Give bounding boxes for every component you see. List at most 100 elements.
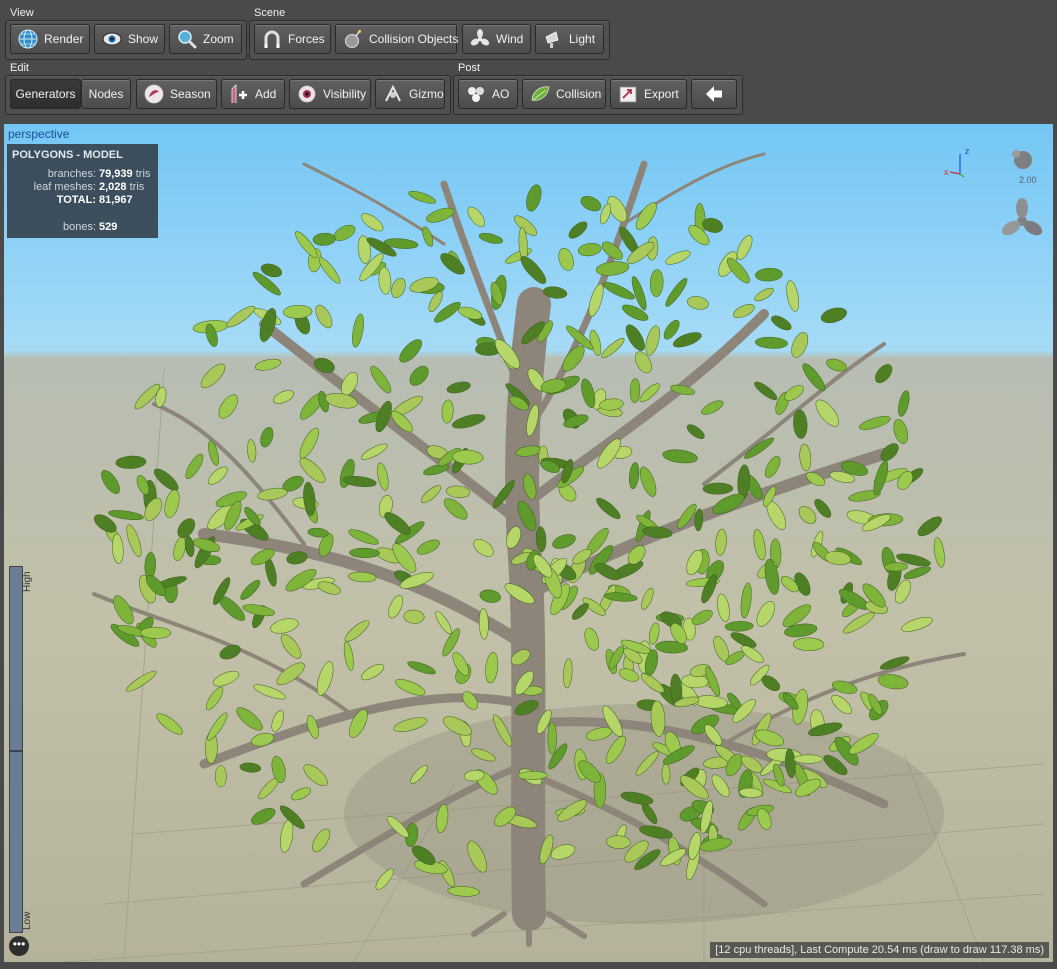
forces-button[interactable]: Forces bbox=[254, 24, 331, 54]
leaf bbox=[649, 269, 664, 297]
add-label: Add bbox=[255, 87, 277, 101]
leaf bbox=[687, 296, 709, 310]
season-label: Season bbox=[170, 87, 211, 101]
leaf bbox=[101, 470, 120, 494]
season-button[interactable]: Season bbox=[136, 79, 217, 109]
leaf bbox=[901, 616, 933, 632]
stats-heading: POLYGONS - MODEL bbox=[12, 149, 123, 161]
leaf bbox=[755, 336, 788, 349]
camera-speed-control[interactable] bbox=[1008, 146, 1036, 174]
leaf bbox=[875, 364, 893, 384]
export-button[interactable]: Export bbox=[610, 79, 687, 109]
more-options-button[interactable]: ••• bbox=[9, 936, 29, 956]
leaf bbox=[478, 607, 489, 640]
leaf bbox=[754, 287, 774, 302]
leaf bbox=[254, 358, 282, 371]
leaf bbox=[303, 481, 316, 516]
leaf bbox=[558, 247, 574, 271]
show-button[interactable]: Show bbox=[94, 24, 165, 54]
axis-x-label: x bbox=[944, 167, 949, 177]
leaf bbox=[452, 414, 486, 429]
leaf bbox=[312, 828, 331, 853]
leaf bbox=[665, 277, 688, 307]
leaf bbox=[212, 670, 240, 687]
view-group-label: View bbox=[10, 7, 34, 19]
leaf bbox=[409, 365, 429, 386]
arrow-left-icon bbox=[706, 86, 722, 102]
collision-label: Collision bbox=[556, 87, 602, 101]
spheres-speed-icon bbox=[1012, 150, 1032, 169]
leaf bbox=[393, 717, 428, 732]
visibility-button[interactable]: Visibility bbox=[289, 79, 371, 109]
light-button[interactable]: Light bbox=[535, 24, 604, 54]
leaf bbox=[648, 622, 660, 645]
leaf bbox=[933, 537, 945, 568]
leaf bbox=[303, 764, 328, 786]
leaf bbox=[205, 686, 224, 711]
perspective-viewport[interactable]: perspective POLYGONS - MODEL branches: 7… bbox=[4, 124, 1053, 962]
gizmo-button[interactable]: Gizmo bbox=[375, 79, 445, 109]
leaf bbox=[563, 658, 573, 689]
leaf bbox=[426, 207, 455, 223]
branches-stat-value: 79,939 tris bbox=[99, 168, 151, 180]
leaf bbox=[446, 381, 471, 394]
leaf bbox=[791, 332, 809, 358]
nodes-button[interactable]: Nodes bbox=[81, 79, 131, 109]
leaf bbox=[601, 338, 625, 359]
leaf bbox=[384, 512, 411, 535]
leaf bbox=[694, 508, 704, 532]
leaf bbox=[260, 427, 274, 448]
camera-speed-value: 2.00 bbox=[1019, 175, 1037, 185]
leaf bbox=[280, 634, 302, 659]
wind-label: Wind bbox=[496, 32, 524, 46]
bomb-icon bbox=[345, 30, 361, 48]
leaf bbox=[640, 673, 665, 693]
season-icon bbox=[144, 84, 164, 104]
leaf bbox=[893, 419, 909, 444]
post-group: AO Collision Export bbox=[453, 75, 743, 115]
back-button[interactable] bbox=[691, 79, 737, 109]
wind-button[interactable]: Wind bbox=[462, 24, 531, 54]
render-button[interactable]: Render bbox=[10, 24, 90, 54]
leaf bbox=[732, 304, 755, 319]
leaf bbox=[348, 529, 379, 545]
spheres-icon bbox=[468, 87, 484, 102]
leaf bbox=[349, 547, 380, 558]
collision-objects-button[interactable]: Collision Objects bbox=[335, 24, 458, 54]
leaf bbox=[240, 579, 261, 600]
collision-button[interactable]: Collision bbox=[522, 79, 606, 109]
leaf bbox=[184, 536, 195, 557]
leaf bbox=[584, 627, 599, 651]
lod-high-bar[interactable] bbox=[9, 566, 23, 751]
leaf bbox=[352, 313, 364, 348]
leaf bbox=[603, 282, 635, 300]
leaf bbox=[815, 399, 839, 427]
leaf bbox=[316, 661, 334, 696]
zoom-button[interactable]: Zoom bbox=[169, 24, 242, 54]
add-button[interactable]: Add bbox=[221, 79, 285, 109]
leaf bbox=[547, 721, 557, 755]
leaf bbox=[629, 378, 641, 403]
leaf bbox=[552, 534, 576, 549]
leaf bbox=[416, 539, 440, 555]
orbit-control[interactable] bbox=[1000, 197, 1044, 245]
leaf bbox=[898, 390, 910, 417]
light-label: Light bbox=[569, 32, 596, 46]
lod-low-bar[interactable] bbox=[9, 751, 23, 933]
leaf bbox=[291, 787, 312, 801]
add-icon bbox=[231, 84, 247, 103]
leaf bbox=[125, 670, 157, 692]
generators-button[interactable]: Generators bbox=[10, 79, 81, 109]
leaf bbox=[164, 489, 180, 519]
leaf bbox=[391, 277, 406, 299]
show-label: Show bbox=[128, 32, 159, 46]
export-icon bbox=[619, 86, 637, 103]
bones-stat-label: bones: bbox=[62, 221, 96, 233]
leaf bbox=[568, 221, 588, 239]
leaf bbox=[108, 510, 144, 521]
ao-button[interactable]: AO bbox=[458, 79, 518, 109]
leaf bbox=[177, 518, 196, 539]
leaf bbox=[740, 582, 752, 619]
fan-icon bbox=[470, 29, 490, 46]
leaf bbox=[280, 819, 294, 853]
